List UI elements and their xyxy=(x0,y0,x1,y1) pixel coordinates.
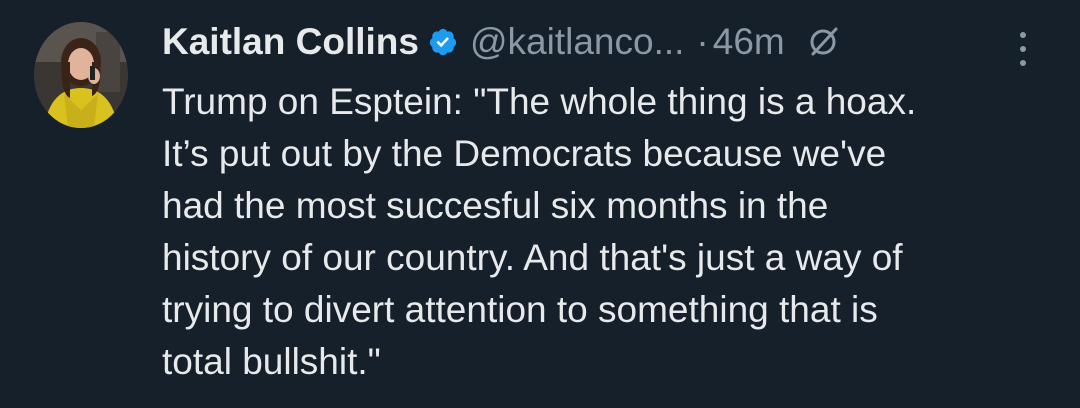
author-handle[interactable]: @kaitlanco... xyxy=(470,21,684,63)
more-dot xyxy=(1020,60,1026,66)
author-name[interactable]: Kaitlan Collins xyxy=(162,21,419,63)
tweet-card[interactable]: Kaitlan Collins @kaitlanco... · 46m Trum… xyxy=(0,0,1080,408)
more-dot xyxy=(1020,46,1026,52)
avatar[interactable] xyxy=(34,22,128,128)
tweet-content: Kaitlan Collins @kaitlanco... · 46m Trum… xyxy=(162,14,1052,388)
tweet-text: Trump on Esptein: "The whole thing is a … xyxy=(162,81,917,382)
more-dot xyxy=(1020,32,1026,38)
tweet-timestamp[interactable]: 46m xyxy=(713,21,785,63)
grok-icon[interactable] xyxy=(807,25,841,59)
separator-dot: · xyxy=(696,21,709,62)
tweet-header: Kaitlan Collins @kaitlanco... · 46m xyxy=(162,14,1052,70)
verified-badge-icon xyxy=(428,27,458,57)
more-options-icon[interactable] xyxy=(1018,32,1028,66)
